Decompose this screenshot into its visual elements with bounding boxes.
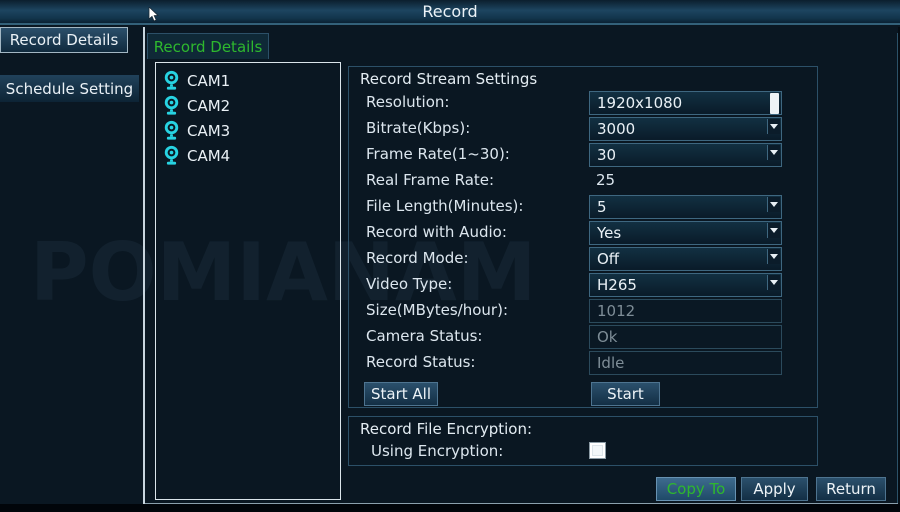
video-type-dropdown[interactable]: H265 <box>589 273 782 297</box>
camera-name: CAM2 <box>187 96 231 115</box>
tab-record-details[interactable]: Record Details <box>147 33 269 59</box>
field-value: 30 <box>597 146 617 164</box>
size-label: Size(MBytes/hour): <box>366 301 508 319</box>
camera-list-item[interactable]: CAM1 <box>156 68 340 93</box>
return-button[interactable]: Return <box>816 477 886 501</box>
group-title: Record File Encryption: <box>360 420 533 438</box>
settings-row: Bitrate(Kbps): 3000 <box>349 117 817 143</box>
group-title: Record Stream Settings <box>360 70 538 88</box>
page-title: Record <box>422 2 478 21</box>
bottom-strip <box>0 504 900 512</box>
frame-rate-label: Frame Rate(1~30): <box>366 145 510 163</box>
record-audio-label: Record with Audio: <box>366 223 507 241</box>
start-all-button[interactable]: Start All <box>364 382 438 406</box>
dropdown-arrow-icon[interactable] <box>767 249 780 264</box>
record-stream-settings-group: Record Stream Settings Resolution: 1920x1… <box>348 66 818 408</box>
camera-status-label: Camera Status: <box>366 327 483 345</box>
bitrate-dropdown[interactable]: 3000 <box>589 117 782 141</box>
dropdown-arrow-icon[interactable] <box>767 223 780 238</box>
record-window: POMIANAM Record Record Details Schedule … <box>0 0 900 512</box>
field-value: H265 <box>597 276 637 294</box>
settings-row: Record with Audio: Yes <box>349 221 817 247</box>
using-encryption-checkbox[interactable] <box>589 442 606 459</box>
scrollbar-thumb[interactable] <box>770 93 779 114</box>
field-value: Off <box>597 250 620 268</box>
record-mode-label: Record Mode: <box>366 249 469 267</box>
copy-to-button[interactable]: Copy To <box>656 477 736 501</box>
start-button[interactable]: Start <box>591 382 660 406</box>
record-file-encryption-group: Record File Encryption: Using Encryption… <box>348 416 818 466</box>
resolution-label: Resolution: <box>366 93 450 111</box>
resolution-dropdown[interactable]: 1920x1080 <box>589 91 782 115</box>
camera-name: CAM4 <box>187 146 231 165</box>
record-mode-dropdown[interactable]: Off <box>589 247 782 271</box>
using-encryption-label: Using Encryption: <box>371 442 504 460</box>
webcam-icon <box>163 120 180 141</box>
sidebar-item-schedule-setting[interactable]: Schedule Setting <box>0 75 139 102</box>
settings-row: Real Frame Rate: 25 <box>349 169 817 195</box>
settings-row: Size(MBytes/hour): 1012 <box>349 299 817 325</box>
settings-row: Record Status: Idle <box>349 351 817 377</box>
camera-name: CAM1 <box>187 71 231 90</box>
settings-row: Resolution: 1920x1080 <box>349 91 817 117</box>
video-type-label: Video Type: <box>366 275 453 293</box>
camera-list-item[interactable]: CAM4 <box>156 143 340 168</box>
apply-button[interactable]: Apply <box>741 477 808 501</box>
dropdown-arrow-icon[interactable] <box>767 275 780 290</box>
dropdown-arrow-icon[interactable] <box>767 197 780 212</box>
webcam-icon <box>163 70 180 91</box>
dropdown-arrow-icon[interactable] <box>767 119 780 134</box>
settings-row: File Length(Minutes): 5 <box>349 195 817 221</box>
camera-list: CAM1 CAM2 CAM3 CAM4 <box>155 62 341 500</box>
webcam-icon <box>163 145 180 166</box>
size-field: 1012 <box>589 299 782 323</box>
settings-row: Record Mode: Off <box>349 247 817 273</box>
camera-list-item[interactable]: CAM2 <box>156 93 340 118</box>
record-status-field: Idle <box>589 351 782 375</box>
file-length-label: File Length(Minutes): <box>366 197 524 215</box>
title-bar: Record <box>0 0 900 25</box>
real-frame-rate-label: Real Frame Rate: <box>366 171 495 189</box>
field-value: 1012 <box>597 302 636 320</box>
settings-row: Video Type: H265 <box>349 273 817 299</box>
camera-list-item[interactable]: CAM3 <box>156 118 340 143</box>
record-status-label: Record Status: <box>366 353 476 371</box>
field-value: 3000 <box>597 120 636 138</box>
field-value: Idle <box>597 354 625 372</box>
mouse-cursor-icon <box>148 7 159 22</box>
sidebar-divider <box>143 27 145 504</box>
camera-status-field: Ok <box>589 325 782 349</box>
record-audio-dropdown[interactable]: Yes <box>589 221 782 245</box>
dropdown-arrow-icon[interactable] <box>767 145 780 160</box>
field-value: 5 <box>597 198 607 216</box>
webcam-icon <box>163 95 180 116</box>
field-value: Yes <box>597 224 622 242</box>
bitrate-label: Bitrate(Kbps): <box>366 119 471 137</box>
file-length-dropdown[interactable]: 5 <box>589 195 782 219</box>
settings-row: Frame Rate(1~30): 30 <box>349 143 817 169</box>
frame-rate-dropdown[interactable]: 30 <box>589 143 782 167</box>
field-value: Ok <box>597 328 618 346</box>
field-value: 1920x1080 <box>597 94 683 112</box>
sidebar-item-record-details[interactable]: Record Details <box>0 27 128 53</box>
camera-name: CAM3 <box>187 121 231 140</box>
settings-row: Camera Status: Ok <box>349 325 817 351</box>
real-frame-rate-value: 25 <box>596 171 616 189</box>
